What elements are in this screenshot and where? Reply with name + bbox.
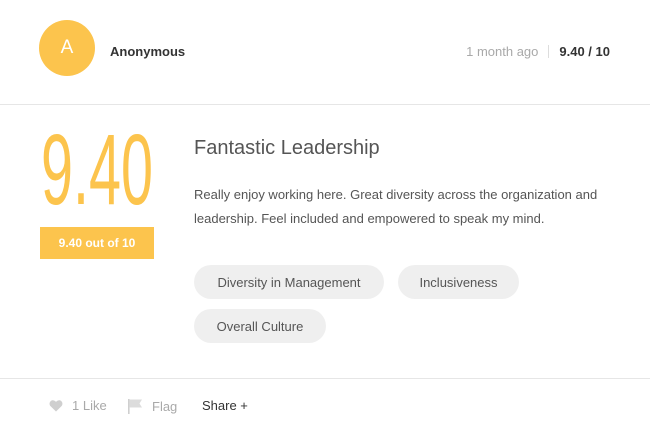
like-label: 1 Like (72, 398, 107, 413)
review-time: 1 month ago (466, 44, 539, 59)
like-button[interactable]: 1 Like (49, 398, 107, 413)
tag-diversity-in-management[interactable]: Diversity in Management (194, 265, 384, 299)
score-summary: 9.40 / 10 (559, 44, 610, 59)
review-footer: 1 Like Flag Share + (0, 378, 650, 433)
heart-icon (49, 400, 63, 412)
big-score: 9.40 (40, 118, 154, 218)
big-score-graphic: 9.40 (41, 118, 153, 218)
flag-label: Flag (152, 399, 178, 414)
score-badge: 9.40 out of 10 (40, 227, 154, 259)
meta-divider (548, 45, 550, 58)
big-score-value: 9.40 (41, 118, 153, 218)
review-header: A Anonymous 1 month ago 9.40 / 10 (0, 0, 650, 105)
share-label: Share + (202, 398, 248, 413)
tag-overall-culture[interactable]: Overall Culture (194, 309, 326, 343)
avatar: A (39, 20, 95, 76)
review-body: Really enjoy working here. Great diversi… (194, 187, 598, 226)
review-meta: 1 month ago 9.40 / 10 (466, 44, 610, 59)
flag-button[interactable]: Flag (127, 398, 177, 415)
tag-inclusiveness[interactable]: Inclusiveness (398, 265, 519, 299)
flag-icon (128, 399, 142, 414)
share-button[interactable]: Share + (202, 398, 248, 413)
review-title: Fantastic Leadership (194, 137, 380, 159)
author-name: Anonymous (110, 44, 186, 59)
